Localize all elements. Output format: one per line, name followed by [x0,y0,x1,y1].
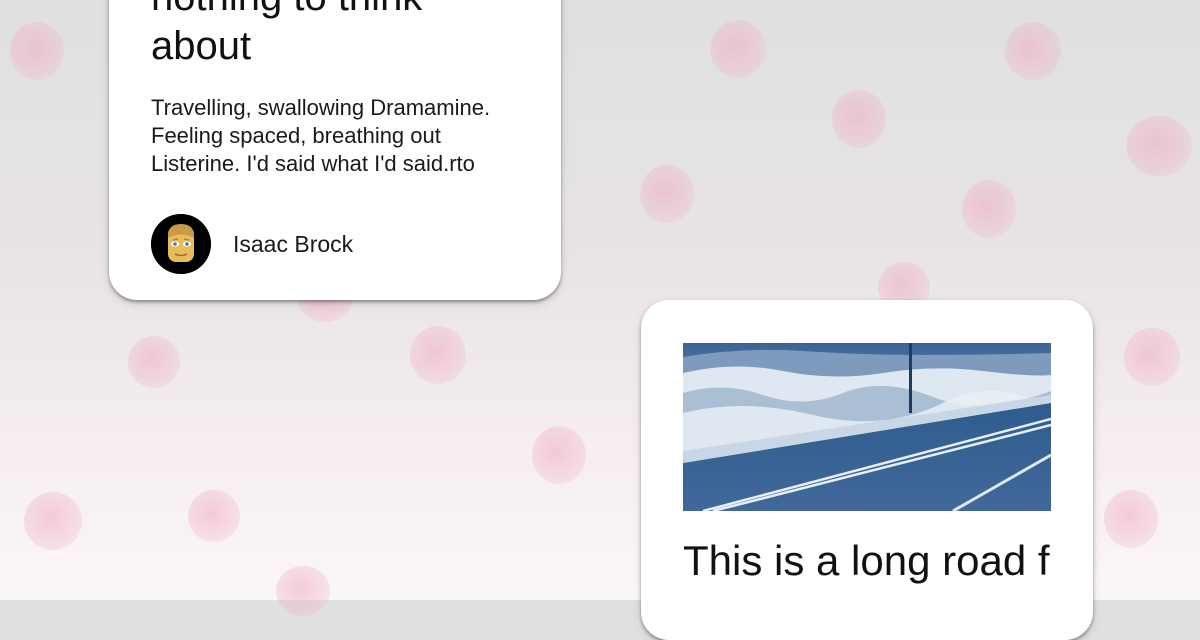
background-dot [188,490,240,542]
background-dot [640,165,694,223]
background-dot [1104,490,1158,548]
author-row[interactable]: Isaac Brock [151,214,353,274]
background-dot [1124,328,1180,386]
post-title: This is a long road f [683,537,1050,584]
background-dot [1005,22,1061,80]
background-dot [10,22,64,80]
person-avatar-icon [151,214,211,274]
background-dot [276,566,330,616]
background-dot [532,426,586,484]
background-dot [962,180,1016,238]
post-card[interactable]: This is a long road f [641,300,1093,640]
background-dot [24,492,82,550]
author-name: Isaac Brock [233,230,354,257]
post-body: Travelling, swallowing Dramamine. Feelin… [151,95,491,176]
post-title: nothing to think about [151,0,422,68]
road-photo [683,343,1051,511]
background-dot [710,20,766,78]
background-dot [1126,116,1192,176]
background-dot [410,326,466,384]
background-dot [128,336,180,388]
background-dot [832,90,886,148]
post-card[interactable]: nothing to think about Travelling, swall… [109,0,561,300]
